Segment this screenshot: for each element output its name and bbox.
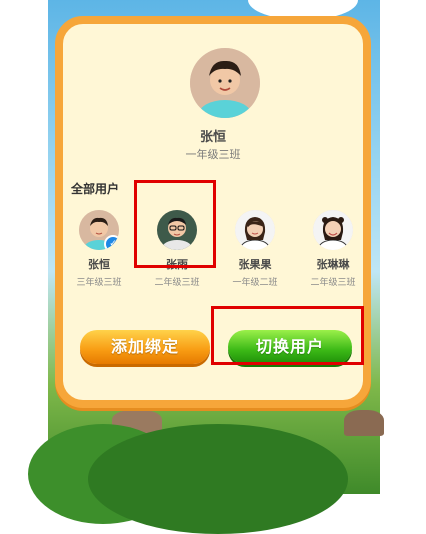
user-avatar <box>235 210 275 250</box>
user-class: 三年级三班 <box>76 278 122 288</box>
user-item-zhangheng[interactable]: ✓ 张恒 三年级三班 <box>63 210 135 288</box>
boy-glasses-avatar-icon <box>157 210 197 250</box>
user-switch-dialog: 张恒 一年级三班 全部用户 ✓ 张恒 三年级三班 张雨 二年级三班 张果果 一年… <box>55 16 371 408</box>
user-name: 张琳琳 <box>316 258 350 271</box>
user-item-zhangguoguo[interactable]: 张果果 一年级二班 <box>219 210 291 288</box>
girl-avatar-icon <box>235 210 275 250</box>
user-name: 张恒 <box>88 258 110 271</box>
user-item-zhanglinlin[interactable]: 张琳琳 二年级三班 <box>297 210 369 288</box>
boy-avatar-icon <box>190 48 260 118</box>
add-binding-button[interactable]: 添加绑定 <box>80 330 210 364</box>
current-user-avatar <box>190 48 260 118</box>
current-user-class: 一年级三班 <box>185 148 241 161</box>
user-class: 二年级三班 <box>310 278 356 288</box>
user-name: 张果果 <box>238 258 272 271</box>
user-item-zhangyu[interactable]: 张雨 二年级三班 <box>141 210 213 288</box>
current-user-name: 张恒 <box>199 130 226 145</box>
user-avatar: ✓ <box>79 210 119 250</box>
hill-decoration <box>88 424 348 534</box>
user-class: 二年级三班 <box>154 278 200 288</box>
user-avatar <box>157 210 197 250</box>
all-users-title: 全部用户 <box>71 182 120 196</box>
user-name: 张雨 <box>166 258 188 271</box>
rock-decoration <box>344 410 384 436</box>
selected-check-icon: ✓ <box>104 235 119 250</box>
user-avatar <box>313 210 353 250</box>
user-class: 一年级二班 <box>232 278 278 288</box>
girl-avatar-icon <box>313 210 353 250</box>
switch-user-button[interactable]: 切换用户 <box>228 330 352 364</box>
